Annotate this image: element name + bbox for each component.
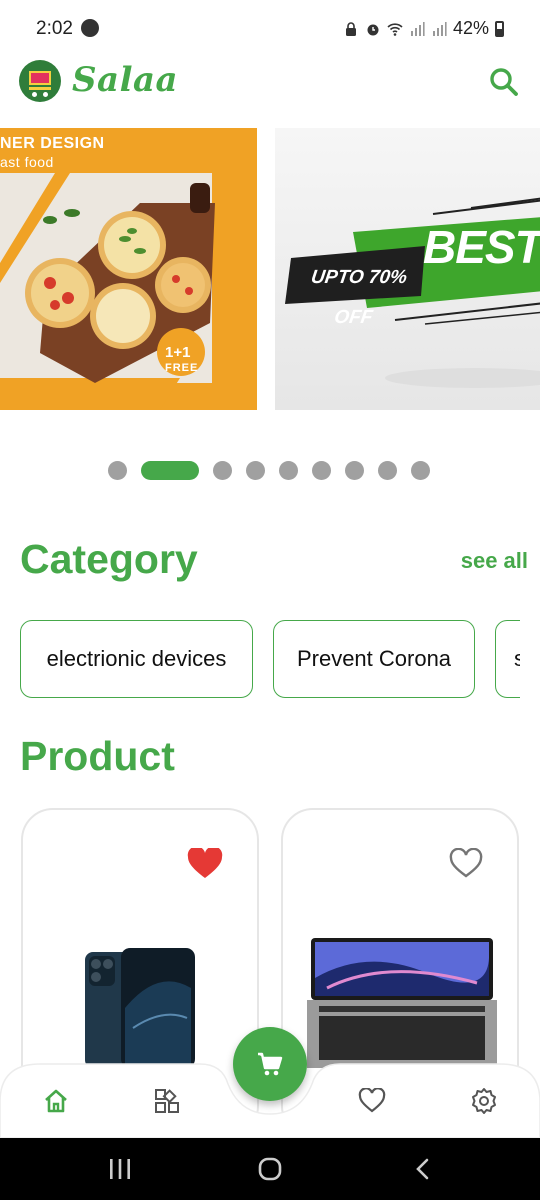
banner-food-badge-bottom: FREE [165,362,199,374]
carousel-dot[interactable] [279,460,298,480]
banner-food[interactable]: NER DESIGN ast food 1+1 FREE [0,128,257,410]
iphone-image [85,948,195,1068]
battery-percent: 42% [452,18,489,38]
macbook-image [307,938,497,1068]
heart-filled-icon[interactable] [187,848,223,880]
battery-icon [495,20,504,37]
see-all-link[interactable]: see all [461,548,528,574]
carousel-indicator [108,460,430,480]
category-chip[interactable]: s [495,620,520,698]
pizza-image [0,173,215,410]
banner-food-line2: ast food [0,154,54,170]
category-title: Category [20,536,198,582]
carousel-dot[interactable] [312,460,331,480]
system-home-button[interactable] [250,1154,290,1184]
home-circle-icon [258,1157,282,1181]
search-button[interactable] [484,62,524,102]
category-chip-label: s [514,646,520,671]
carousel-dot[interactable] [345,460,364,480]
nav-settings[interactable] [464,1081,504,1121]
carousel-dot[interactable] [411,460,430,480]
category-chip[interactable]: electrionic devices [20,620,253,698]
carousel-dot[interactable] [246,460,265,480]
category-list[interactable]: electrionic devices Prevent Corona s [20,620,520,698]
nav-home[interactable] [36,1081,76,1121]
carousel-dot[interactable] [378,460,397,480]
recent-apps-button[interactable] [100,1154,140,1184]
notification-icon [81,19,99,37]
carousel-dot[interactable] [213,460,232,480]
carousel-dot-active[interactable] [141,460,199,480]
back-icon [416,1158,429,1180]
status-bar: 2:02 42% [0,0,540,58]
status-time: 2:02 [36,18,73,39]
status-icons: 42% [343,18,504,39]
category-chip-label: electrionic devices [46,646,227,671]
lock-icon [345,21,356,36]
cart-button[interactable] [233,1027,307,1101]
favorites-icon [358,1088,386,1113]
heart-outline-icon[interactable] [448,848,484,880]
product-title: Product [20,733,175,779]
wifi-icon [387,22,403,36]
cart-icon [258,1052,283,1076]
carousel-dot[interactable] [108,460,127,480]
nav-categories[interactable] [147,1081,187,1121]
sale-right-text: BEST D [423,221,540,273]
signal-icon [410,21,425,36]
system-nav-bar [0,1138,540,1200]
settings-icon [472,1088,496,1114]
brand-title: Salaa [72,60,179,100]
categories-icon [155,1089,179,1113]
recent-apps-icon [110,1159,130,1179]
app-bar: Salaa [0,58,540,104]
sale-left-text: UPTO 70% OFF [309,267,409,328]
nav-favorites[interactable] [352,1081,392,1121]
signal-icon-2 [432,21,447,36]
back-button[interactable] [403,1154,443,1184]
category-chip-label: Prevent Corona [296,646,452,671]
banner-food-badge-top: 1+1 [165,344,191,361]
alarm-icon [367,24,379,35]
banner-sale[interactable]: UPTO 70% OFF BEST D [275,128,540,410]
home-icon [45,1089,67,1113]
banner-food-line1: NER DESIGN [0,135,105,152]
category-chip[interactable]: Prevent Corona [273,620,475,698]
search-icon [490,68,518,96]
banner-carousel[interactable]: NER DESIGN ast food 1+1 FREE UPTO 70% OF… [0,128,540,410]
app-screen: 2:02 42% Salaa NER DESIGN ast food 1+1 F… [0,0,540,1200]
logo-icon [19,60,61,102]
